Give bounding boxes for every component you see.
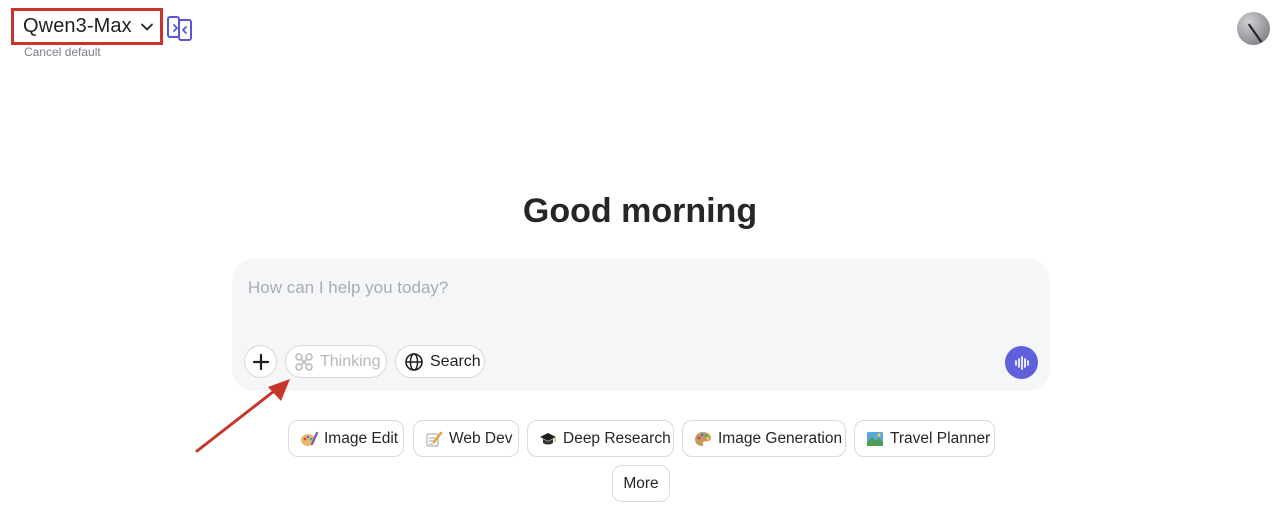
greeting-title: Good morning <box>522 192 758 230</box>
graduation-cap-icon <box>539 430 557 448</box>
map-picture-icon <box>866 430 884 448</box>
suggestion-web-dev[interactable]: Web Dev <box>413 420 519 457</box>
suggestion-label: Travel Planner <box>890 429 991 447</box>
suggestion-deep-research[interactable]: Deep Research <box>527 420 674 457</box>
globe-icon <box>404 352 424 372</box>
plus-icon <box>252 353 269 370</box>
suggestion-image-edit[interactable]: Image Edit <box>288 420 404 457</box>
thinking-label: Thinking <box>320 352 381 370</box>
voice-input-button[interactable] <box>1005 346 1038 379</box>
cancel-default-link[interactable]: Cancel default <box>24 45 101 59</box>
suggestion-image-generation[interactable]: Image Generation <box>682 420 846 457</box>
model-name: Qwen3-Max <box>23 15 132 37</box>
thinking-toggle[interactable]: Thinking <box>285 345 387 378</box>
artist-palette-icon <box>694 430 712 448</box>
suggestion-travel-planner[interactable]: Travel Planner <box>854 420 995 457</box>
chat-composer: Thinking Search <box>232 259 1050 391</box>
memo-pencil-icon <box>425 430 443 448</box>
suggestion-label: Image Edit <box>324 429 399 447</box>
paint-palette-pencil-icon <box>300 430 318 448</box>
compare-models-icon[interactable] <box>166 14 194 42</box>
suggestion-label: Deep Research <box>563 429 671 447</box>
suggestion-label: Web Dev <box>449 429 513 447</box>
avatar[interactable] <box>1237 12 1270 45</box>
search-toggle[interactable]: Search <box>395 345 485 378</box>
more-suggestions-button[interactable]: More <box>612 465 670 502</box>
sound-wave-icon <box>1014 355 1029 370</box>
search-label: Search <box>430 352 481 370</box>
model-selector[interactable]: Qwen3-Max <box>11 8 163 45</box>
annotation-arrow-icon <box>195 379 290 453</box>
prompt-input[interactable] <box>248 275 1008 301</box>
chevron-down-icon <box>140 20 154 34</box>
suggestion-label: Image Generation <box>718 429 843 447</box>
thinking-icon <box>294 352 314 372</box>
